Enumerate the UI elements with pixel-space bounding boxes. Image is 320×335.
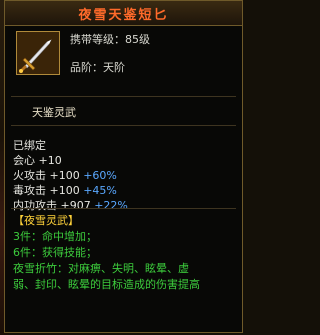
stat-value: +100 bbox=[49, 169, 80, 182]
stat-bonus: +45% bbox=[83, 184, 117, 197]
stat-bonus: +60% bbox=[83, 169, 117, 182]
set-category-label: 天鉴灵武 bbox=[32, 106, 76, 119]
set-bonus-section: 【夜雪灵武】 3件：命中增加； 6件：获得技能； 夜雪折竹：对麻痹、失明、眩晕、… bbox=[13, 213, 200, 293]
stat-name: 内功攻击 bbox=[13, 199, 57, 212]
stat-name: 火攻击 bbox=[13, 169, 46, 182]
stat-name: 毒攻击 bbox=[13, 184, 46, 197]
item-title: 夜雪天鉴短匕 bbox=[78, 7, 169, 23]
stat-row: 内功攻击 +907 +22% bbox=[13, 198, 128, 213]
stat-value: +10 bbox=[38, 154, 62, 167]
skill-description: 弱、封印、眩晕的目标造成的伤害提高 bbox=[13, 278, 200, 291]
divider bbox=[11, 208, 236, 209]
divider bbox=[11, 96, 236, 97]
stat-row: 毒攻击 +100 +45% bbox=[13, 183, 128, 198]
set-tier: 6件： bbox=[13, 246, 42, 259]
tooltip-title-bar: 夜雪天鉴短匕 bbox=[5, 1, 242, 26]
stat-row: 火攻击 +100 +60% bbox=[13, 168, 128, 183]
item-icon-frame bbox=[16, 31, 60, 75]
item-tooltip: 夜雪天鉴短匕 携带等级：85级 品阶：天阶 天鉴灵武 已绑定 会心 +10 火攻… bbox=[4, 0, 243, 333]
stat-value: +100 bbox=[49, 184, 80, 197]
stat-row: 会心 +10 bbox=[13, 153, 128, 168]
skill-description: 夜雪折竹：对麻痹、失明、眩晕、虚 bbox=[13, 262, 189, 275]
item-grade: 品阶：天阶 bbox=[70, 61, 125, 74]
stat-bonus: +22% bbox=[94, 199, 128, 212]
set-bonus-row: 6件：获得技能； bbox=[13, 245, 200, 261]
required-level: 携带等级：85级 bbox=[70, 33, 150, 46]
divider bbox=[11, 125, 236, 126]
item-info: 携带等级：85级 品阶：天阶 bbox=[70, 33, 150, 89]
set-name: 【夜雪灵武】 bbox=[13, 214, 79, 227]
set-bonus-row: 3件：命中增加； bbox=[13, 229, 200, 245]
bound-status: 已绑定 bbox=[13, 139, 46, 152]
set-bonus-text: 获得技能； bbox=[42, 246, 97, 259]
stat-name: 会心 bbox=[13, 154, 35, 167]
stat-list: 已绑定 会心 +10 火攻击 +100 +60% 毒攻击 +100 +45% 内… bbox=[13, 138, 128, 213]
set-tier: 3件： bbox=[13, 230, 42, 243]
stat-value: +907 bbox=[60, 199, 91, 212]
set-bonus-text: 命中增加； bbox=[42, 230, 97, 243]
dagger-icon bbox=[17, 32, 59, 74]
